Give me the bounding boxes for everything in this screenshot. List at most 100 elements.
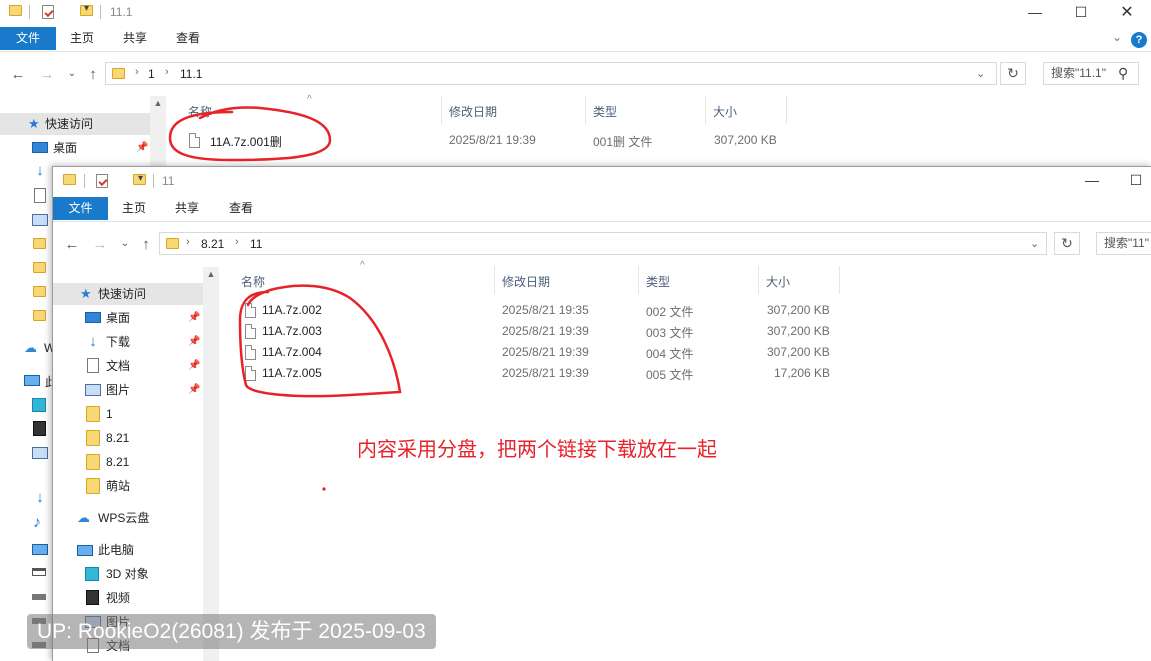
breadcrumb-2[interactable]: 11.1 (180, 67, 202, 81)
col-size[interactable]: 大小 (713, 103, 737, 120)
pin-icon[interactable]: 📌 (188, 355, 200, 377)
pin-icon[interactable]: 📌 (188, 379, 200, 401)
drive-icon (32, 594, 46, 600)
properties-icon[interactable] (96, 174, 108, 188)
up-arrow-icon[interactable]: ↑ (84, 66, 102, 83)
file-icon (189, 133, 200, 148)
forward-arrow-icon[interactable]: → (38, 66, 56, 83)
pin-icon[interactable]: 📌 (136, 137, 148, 159)
pin-icon[interactable]: 📌 (188, 307, 200, 329)
ribbon-tabs: 文件 主页 共享 查看 ⌄ ? (0, 27, 1151, 52)
nav-downloads[interactable]: ↓ 下载 📌 (53, 331, 203, 353)
search-icon[interactable]: ⚲ (1118, 65, 1128, 82)
expand-ribbon-icon[interactable]: ⌄ (1112, 30, 1122, 44)
computer-icon (77, 545, 93, 556)
file-row[interactable]: 11A.7z.002 2025/8/21 19:35 002 文件 307,20… (223, 300, 923, 321)
back-arrow-icon[interactable]: ← (63, 236, 81, 253)
minimize-button[interactable]: — (1069, 168, 1115, 192)
nav-desktop[interactable]: 桌面 📌 (0, 137, 150, 159)
nav-quick-access[interactable]: ★ 快速访问 (0, 113, 150, 135)
col-size[interactable]: 大小 (766, 273, 790, 290)
properties-icon[interactable] (42, 5, 54, 19)
video-icon (33, 421, 46, 436)
nav-folder-8-21[interactable]: 8.21 (53, 427, 203, 449)
scroll-up-icon[interactable]: ▲ (203, 269, 219, 279)
maximize-button[interactable]: ☐ (1113, 168, 1151, 192)
breadcrumb-1[interactable]: 8.21 (201, 237, 224, 251)
refresh-button[interactable]: ↻ (1054, 232, 1080, 255)
scroll-up-icon[interactable]: ▲ (150, 98, 166, 108)
picture-icon (85, 384, 101, 396)
tab-share[interactable]: 共享 (164, 197, 210, 220)
up-arrow-icon[interactable]: ↑ (137, 236, 155, 253)
explorer-window-front: ▾ 11 — ☐ 文件 主页 共享 查看 ← → ⌄ ↑ › 8.21 › 11… (52, 166, 1151, 661)
address-bar[interactable]: › 1 › 11.1 ⌄ (105, 62, 997, 85)
tab-file[interactable]: 文件 (0, 27, 56, 50)
refresh-button[interactable]: ↻ (1000, 62, 1026, 85)
chevron-down-icon[interactable]: ⌄ (1030, 237, 1039, 250)
document-icon (34, 188, 46, 203)
desktop-icon (85, 312, 101, 323)
chevron-right-icon: › (165, 66, 169, 78)
file-row[interactable]: 11A.7z.005 2025/8/21 19:39 005 文件 17,206… (223, 363, 923, 384)
nav-3d-objects[interactable]: 3D 对象 (53, 563, 203, 585)
tab-share[interactable]: 共享 (111, 27, 159, 50)
recent-locations-icon[interactable]: ⌄ (63, 68, 81, 79)
close-button[interactable]: ✕ (1104, 0, 1150, 24)
col-name[interactable]: 名称 (188, 103, 212, 120)
maximize-button[interactable]: ☐ (1058, 0, 1104, 24)
col-date[interactable]: 修改日期 (449, 103, 497, 120)
nav-folder-1[interactable]: 1 (53, 403, 203, 425)
recent-locations-icon[interactable]: ⌄ (116, 238, 134, 249)
col-type[interactable]: 类型 (646, 273, 670, 290)
nav-folder-mengzhan[interactable]: 萌站 (53, 475, 203, 497)
nav-scrollbar[interactable]: ▲ (203, 267, 219, 661)
forward-arrow-icon[interactable]: → (91, 236, 109, 253)
window-title: 11 (162, 174, 175, 188)
file-row[interactable]: 11A.7z.001删 2025/8/21 19:39 001删 文件 307,… (170, 130, 870, 151)
tab-file[interactable]: 文件 (53, 197, 108, 220)
nav-this-pc[interactable]: 此电脑 (53, 539, 203, 561)
picture-icon (32, 214, 48, 226)
breadcrumb-2[interactable]: 11 (250, 237, 262, 251)
help-icon[interactable]: ? (1131, 32, 1147, 48)
sort-ascending-icon: ^ (307, 94, 312, 105)
tab-view[interactable]: 查看 (164, 27, 212, 50)
quick-access-dropdown-icon[interactable]: ▾ (84, 3, 89, 14)
folder-icon (112, 68, 125, 79)
col-date[interactable]: 修改日期 (502, 273, 550, 290)
cloud-icon: ☁ (24, 340, 37, 355)
breadcrumb-1[interactable]: 1 (148, 67, 155, 81)
tab-home[interactable]: 主页 (58, 27, 106, 50)
folder-icon (86, 454, 100, 470)
nav-videos[interactable]: 视频 (53, 587, 203, 609)
nav-pictures[interactable]: 图片 📌 (53, 379, 203, 401)
tab-home[interactable]: 主页 (111, 197, 157, 220)
nav-quick-access[interactable]: ★ 快速访问 (53, 283, 203, 305)
file-row[interactable]: 11A.7z.004 2025/8/21 19:39 004 文件 307,20… (223, 342, 923, 363)
minimize-button[interactable]: — (1012, 0, 1058, 24)
quick-access-dropdown-icon[interactable]: ▾ (138, 173, 143, 184)
column-headers: ^ 名称 修改日期 类型 大小 (170, 94, 870, 124)
search-input[interactable]: 搜索"11" (1096, 232, 1151, 255)
sort-ascending-icon: ^ (360, 260, 365, 271)
tab-view[interactable]: 查看 (218, 197, 264, 220)
download-icon: ↓ (36, 162, 44, 179)
nav-folder-8-21-b[interactable]: 8.21 (53, 451, 203, 473)
uploader-watermark: UP: RookieO2(26081) 发布于 2025-09-03 (27, 614, 436, 649)
file-row[interactable]: 11A.7z.003 2025/8/21 19:39 003 文件 307,20… (223, 321, 923, 342)
pin-icon[interactable]: 📌 (188, 331, 200, 353)
col-type[interactable]: 类型 (593, 103, 617, 120)
title-bar: ▾ 11.1 — ☐ ✕ (0, 0, 1151, 24)
col-name[interactable]: 名称 (241, 273, 265, 290)
music-icon: ♪ (33, 514, 41, 531)
back-arrow-icon[interactable]: ← (9, 66, 27, 83)
folder-icon (33, 238, 46, 249)
nav-wps-cloud[interactable]: ☁ WPS云盘 (53, 507, 203, 529)
chevron-down-icon[interactable]: ⌄ (976, 67, 985, 80)
nav-desktop[interactable]: 桌面 📌 (53, 307, 203, 329)
window-title: 11.1 (110, 5, 133, 19)
address-bar[interactable]: › 8.21 › 11 ⌄ (159, 232, 1047, 255)
address-row: ← → ⌄ ↑ › 8.21 › 11 ⌄ ↻ 搜索"11" (53, 227, 1151, 261)
nav-documents[interactable]: 文档 📌 (53, 355, 203, 377)
